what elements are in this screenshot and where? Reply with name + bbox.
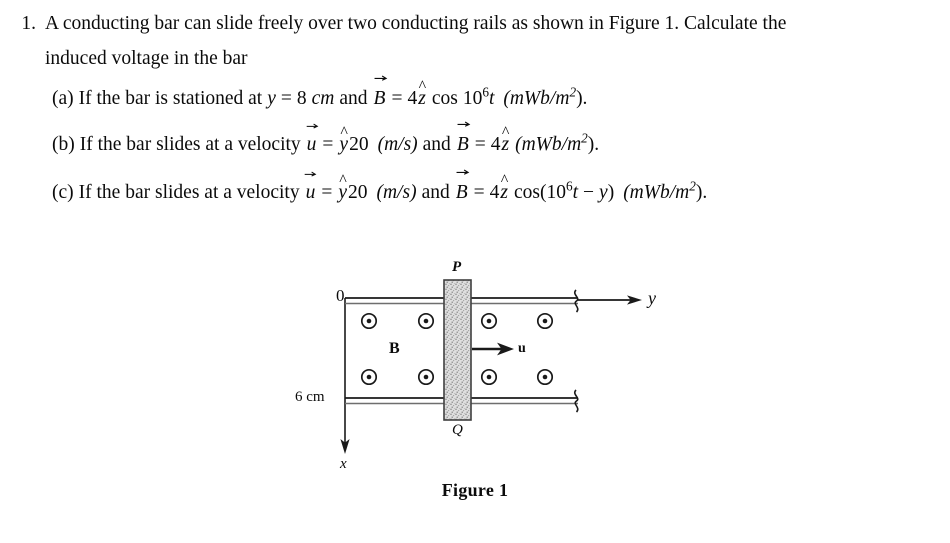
part-c-vector-B: B: [455, 169, 469, 204]
field-dot-icon: [480, 312, 498, 330]
part-c-function: cos(: [513, 182, 547, 203]
part-c-equals-1: =: [321, 182, 333, 203]
figure-velocity-label: u: [518, 341, 526, 356]
part-c-time-variable: t: [572, 182, 579, 203]
part-b-vector-B: B: [456, 121, 471, 156]
figure-1-region: 0 y x 6 cm B u P Q Figure 1: [0, 248, 950, 543]
part-a-variable-y: y: [267, 88, 276, 109]
problem-stem-line-1: 1. A conducting bar can slide freely ove…: [0, 14, 930, 34]
part-a-equals-1: =: [280, 88, 292, 109]
part-b-text: If the bar slides at a velocity: [79, 134, 301, 155]
part-a-unit-cm: cm: [311, 88, 335, 109]
vector-arrow-accent-icon: [457, 121, 471, 128]
part-c-equals-2: =: [473, 182, 485, 203]
field-dot-icon: [536, 368, 554, 386]
figure-bar-top-label: P: [452, 259, 462, 275]
top-rail-break-mark-icon: [574, 289, 579, 313]
vector-arrow-accent-icon: [306, 123, 318, 129]
part-a-conjunction: and: [339, 88, 368, 109]
circumflex-accent-icon: ^: [500, 172, 509, 190]
figure-bar-bottom-label: Q: [452, 422, 463, 438]
part-c-coefficient: 4: [489, 182, 500, 203]
problem-part-b: (b) If the bar slides at a velocity u = ^ y20…: [52, 121, 600, 156]
part-a-vector-B: B: [373, 75, 387, 110]
part-a-units-close: ).: [576, 88, 588, 109]
part-c-velocity-units: (m/s): [376, 182, 417, 203]
vector-arrow-accent-icon: [374, 75, 387, 82]
part-b-unit-vector-y: ^ y: [339, 124, 349, 155]
figure-caption: Figure 1: [441, 480, 509, 500]
figure-y-axis-label: y: [648, 288, 656, 308]
circumflex-accent-icon: ^: [418, 78, 427, 96]
part-c-unit-vector-y: ^ y: [338, 172, 347, 203]
field-dot-icon: [536, 312, 554, 330]
figure-width-label: 6 cm: [295, 389, 325, 405]
figure-origin-label: 0: [336, 286, 345, 305]
part-b-conjunction: and: [422, 134, 451, 155]
part-c-unit-vector-z: ^ z: [500, 172, 509, 203]
part-a-text: If the bar is stationed at: [78, 88, 263, 109]
circumflex-accent-icon: ^: [501, 124, 510, 142]
part-b-velocity-value: 20: [349, 134, 369, 155]
part-b-equals-2: =: [474, 134, 486, 155]
part-a-units: (mWb/m: [503, 88, 570, 109]
field-dot-icon: [360, 312, 378, 330]
part-c-text: If the bar slides at a velocity: [78, 182, 300, 203]
part-a-unit-vector-z: ^ z: [418, 78, 427, 109]
part-c-exponent: 6: [565, 178, 573, 194]
field-dot-icon: [360, 368, 378, 386]
part-c-vector-u: u: [305, 171, 317, 204]
part-a-coefficient: 4: [407, 88, 418, 109]
problem-stem-line-2: induced voltage in the bar: [45, 48, 248, 70]
part-c-units-close: ).: [695, 182, 708, 203]
part-c-function-close: ): [607, 182, 615, 203]
field-dot-icon: [417, 368, 435, 386]
figure-x-axis-label: x: [340, 456, 347, 472]
field-dot-icon: [417, 312, 435, 330]
part-b-equals-1: =: [322, 134, 334, 155]
figure-1-diagram: [340, 279, 642, 454]
part-b-units: (mWb/m: [515, 134, 582, 155]
part-a-equals-2: =: [391, 88, 403, 109]
part-c-units-exponent: 2: [689, 178, 696, 194]
question-stem-text-1: A conducting bar can slide freely over t…: [45, 13, 787, 34]
question-number: 1.: [21, 13, 36, 34]
question-stem-text-2: induced voltage in the bar: [45, 48, 248, 69]
part-a-exponent: 6: [482, 84, 489, 100]
bottom-rail-break-mark-icon: [574, 389, 579, 413]
part-a-function: cos: [431, 88, 458, 109]
part-b-units-exponent: 2: [581, 130, 588, 146]
part-c-label: (c): [52, 182, 74, 203]
part-b-units-close: ).: [587, 134, 600, 155]
problem-part-a: (a) If the bar is stationed at y = 8 cm and B = 4…: [52, 75, 588, 110]
part-c-base: 10: [546, 182, 566, 203]
part-a-label: (a): [52, 88, 74, 109]
part-c-units: (mWb/m: [623, 182, 690, 203]
circumflex-accent-icon: ^: [339, 172, 347, 190]
circumflex-accent-icon: ^: [340, 124, 348, 142]
part-b-label: (b): [52, 134, 75, 155]
part-a-time-variable: t: [488, 88, 495, 109]
vector-arrow-accent-icon: [305, 171, 317, 177]
part-c-velocity-value: 20: [347, 182, 368, 203]
part-c-y-variable: y: [599, 182, 608, 203]
field-dot-icon: [480, 368, 498, 386]
figure-field-label: B: [389, 340, 400, 357]
conducting-bar[interactable]: [443, 279, 472, 421]
part-c-minus: −: [583, 182, 595, 203]
vector-arrow-accent-icon: [456, 169, 469, 176]
part-b-vector-u: u: [306, 123, 318, 156]
part-b-velocity-units: (m/s): [377, 134, 418, 155]
part-b-unit-vector-z: ^ z: [501, 124, 510, 155]
problem-part-c: (c) If the bar slides at a velocity u = ^ y20…: [52, 169, 708, 204]
part-a-value-y: 8: [296, 88, 307, 109]
part-c-conjunction: and: [421, 182, 450, 203]
part-b-coefficient: 4: [490, 134, 501, 155]
part-a-base: 10: [462, 88, 483, 109]
x-axis: [340, 298, 350, 454]
y-axis: [578, 295, 642, 305]
velocity-arrow: [472, 342, 514, 356]
